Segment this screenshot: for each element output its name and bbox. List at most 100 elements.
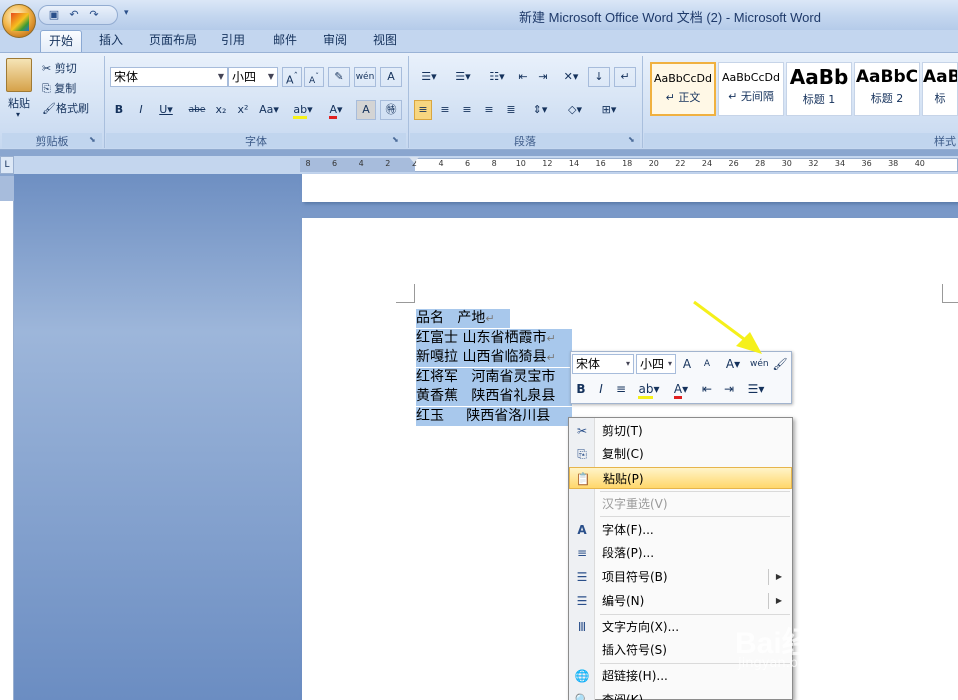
tab-home[interactable]: 开始	[40, 30, 82, 52]
tab-page-layout[interactable]: 页面布局	[142, 30, 204, 52]
strikethrough-icon[interactable]: abe	[186, 100, 208, 120]
justify-icon[interactable]: ≡	[480, 100, 498, 120]
clear-format-icon[interactable]: ✎	[328, 67, 350, 87]
borders-icon[interactable]: ⊞▾	[594, 100, 624, 120]
undo-icon[interactable]: ↶	[67, 8, 81, 22]
ruler-number: 30	[781, 159, 792, 168]
numbering-icon[interactable]: ☰▾	[448, 67, 478, 87]
save-icon[interactable]: ▣	[47, 8, 61, 22]
increase-indent-icon[interactable]: ⇥	[720, 380, 738, 398]
text-line[interactable]: 品名 产地↵	[416, 309, 510, 328]
tab-mailings[interactable]: 邮件	[264, 30, 306, 52]
subscript-icon[interactable]: x₂	[212, 100, 230, 120]
mini-size-combo[interactable]: 小四 ▾	[636, 354, 676, 374]
menu-item-lookup[interactable]: 🔍 查阅(K)...	[569, 689, 792, 700]
qat-customize-icon[interactable]: ▾	[124, 8, 129, 18]
ruler-number: 6	[332, 159, 338, 168]
page-previous	[302, 174, 958, 202]
align-center-icon[interactable]: ≡	[436, 100, 454, 120]
italic-icon[interactable]: I	[132, 100, 150, 120]
indent-marker-icon[interactable]	[409, 157, 419, 173]
paragraph-icon: ≡	[576, 546, 588, 560]
style-title[interactable]: AaB 标	[922, 62, 958, 116]
chevron-down-icon: ▾	[667, 359, 672, 368]
redo-icon[interactable]: ↷	[87, 8, 101, 22]
mini-font-combo[interactable]: 宋体 ▾	[572, 354, 634, 374]
paste-icon[interactable]	[6, 58, 32, 92]
copy-icon: ⎘	[42, 82, 55, 95]
enclose-char-icon[interactable]: ㊕	[380, 100, 402, 120]
ruler-number: 18	[622, 159, 633, 168]
copy-button[interactable]: ⎘ 复制	[42, 80, 76, 96]
tab-insert[interactable]: 插入	[90, 30, 132, 52]
char-shading-icon[interactable]: A	[356, 100, 376, 120]
shading-icon[interactable]: ◇▾	[560, 100, 590, 120]
paste-button[interactable]: 粘贴	[4, 95, 34, 111]
italic-icon[interactable]: I	[592, 380, 610, 398]
menu-item-bullets[interactable]: ☰ 项目符号(B) ▶	[569, 566, 792, 588]
margin-corner-left	[396, 284, 415, 303]
menu-item-paste[interactable]: 📋 粘贴(P)	[569, 467, 792, 489]
submenu-arrow-icon: ▶	[775, 572, 782, 581]
font-name-combo[interactable]: 宋体 ▼	[110, 67, 228, 87]
tab-view[interactable]: 视图	[364, 30, 406, 52]
style-normal[interactable]: AaBbCcDd ↵ 正文	[650, 62, 716, 116]
style-heading-1[interactable]: AaBb 标题 1	[786, 62, 852, 116]
paste-icon: 📋	[575, 472, 591, 486]
change-case-icon[interactable]: Aa▾	[256, 100, 282, 120]
paste-dropdown-icon[interactable]: ▾	[16, 110, 20, 119]
line-spacing-icon[interactable]: ⇕▾	[526, 100, 554, 120]
shrink-font-icon[interactable]: Aˇ	[304, 67, 324, 87]
phonetic-guide-icon[interactable]: wén	[354, 67, 376, 87]
style-no-spacing[interactable]: AaBbCcDd ↵ 无间隔	[718, 62, 784, 116]
menu-item-font[interactable]: A 字体(F)...	[569, 519, 792, 541]
bold-icon[interactable]: B	[110, 100, 128, 120]
font-size-combo[interactable]: 小四 ▼	[228, 67, 278, 87]
multilevel-list-icon[interactable]: ☷▾	[482, 67, 512, 87]
sort-icon[interactable]: ↓	[588, 67, 610, 87]
increase-indent-icon[interactable]: ⇥	[534, 67, 552, 87]
bullets-icon: ☰	[576, 570, 588, 584]
center-icon[interactable]: ≡	[612, 380, 630, 398]
font-color-icon[interactable]: A▾	[668, 380, 694, 399]
text-line[interactable]: 红玉 陕西省洛川县	[416, 407, 572, 426]
text-line[interactable]: 红富士 山东省栖霞市↵	[416, 329, 572, 348]
text-line[interactable]: 黄香蕉 陕西省礼泉县	[416, 387, 572, 406]
bullets-icon[interactable]: ☰▾	[414, 67, 444, 87]
style-heading-2[interactable]: AaBbC 标题 2	[854, 62, 920, 116]
align-left-icon[interactable]: ≡	[414, 100, 432, 120]
bold-icon[interactable]: B	[572, 380, 590, 398]
menu-item-copy[interactable]: ⎘ 复制(C)	[569, 443, 792, 465]
distributed-icon[interactable]: ≣	[502, 100, 520, 120]
office-button[interactable]	[2, 4, 36, 38]
char-border-icon[interactable]: A	[380, 67, 402, 87]
bullets-icon[interactable]: ☰▾	[742, 380, 770, 398]
superscript-icon[interactable]: x²	[234, 100, 252, 120]
text-line[interactable]: 新嘎拉 山西省临猗县↵	[416, 348, 572, 367]
cut-button[interactable]: ✂ 剪切	[42, 60, 77, 76]
show-marks-icon[interactable]: ↵	[614, 67, 636, 87]
chinese-layout-icon[interactable]: ✕▾	[558, 67, 584, 87]
tab-selector-icon[interactable]: L	[0, 156, 14, 174]
underline-icon[interactable]: U▾	[154, 100, 178, 120]
clipboard-launcher-icon[interactable]: ⬊	[89, 135, 96, 144]
align-right-icon[interactable]: ≡	[458, 100, 476, 120]
decrease-indent-icon[interactable]: ⇤	[514, 67, 532, 87]
highlight-icon[interactable]: ab▾	[634, 380, 664, 399]
text-line[interactable]: 红将军 河南省灵宝市	[416, 368, 572, 387]
font-launcher-icon[interactable]: ⬊	[392, 135, 399, 144]
ruler-number: 26	[728, 159, 739, 168]
format-painter-button[interactable]: 🖌格式刷	[42, 100, 89, 116]
menu-item-cut[interactable]: ✂ 剪切(T)	[569, 420, 792, 442]
decrease-indent-icon[interactable]: ⇤	[698, 380, 716, 398]
grow-font-icon[interactable]: Aˆ	[282, 67, 302, 87]
tab-review[interactable]: 审阅	[314, 30, 356, 52]
paragraph-launcher-icon[interactable]: ⬊	[628, 135, 635, 144]
tab-references[interactable]: 引用	[212, 30, 254, 52]
font-color-icon[interactable]: A▾	[322, 100, 350, 120]
menu-item-paragraph[interactable]: ≡ 段落(P)...	[569, 542, 792, 564]
ruler-number: 8	[491, 159, 497, 168]
highlight-icon[interactable]: ab▾	[288, 100, 318, 120]
brush-icon: 🖌	[42, 102, 56, 115]
format-painter-icon[interactable]: 🖌	[771, 355, 789, 373]
